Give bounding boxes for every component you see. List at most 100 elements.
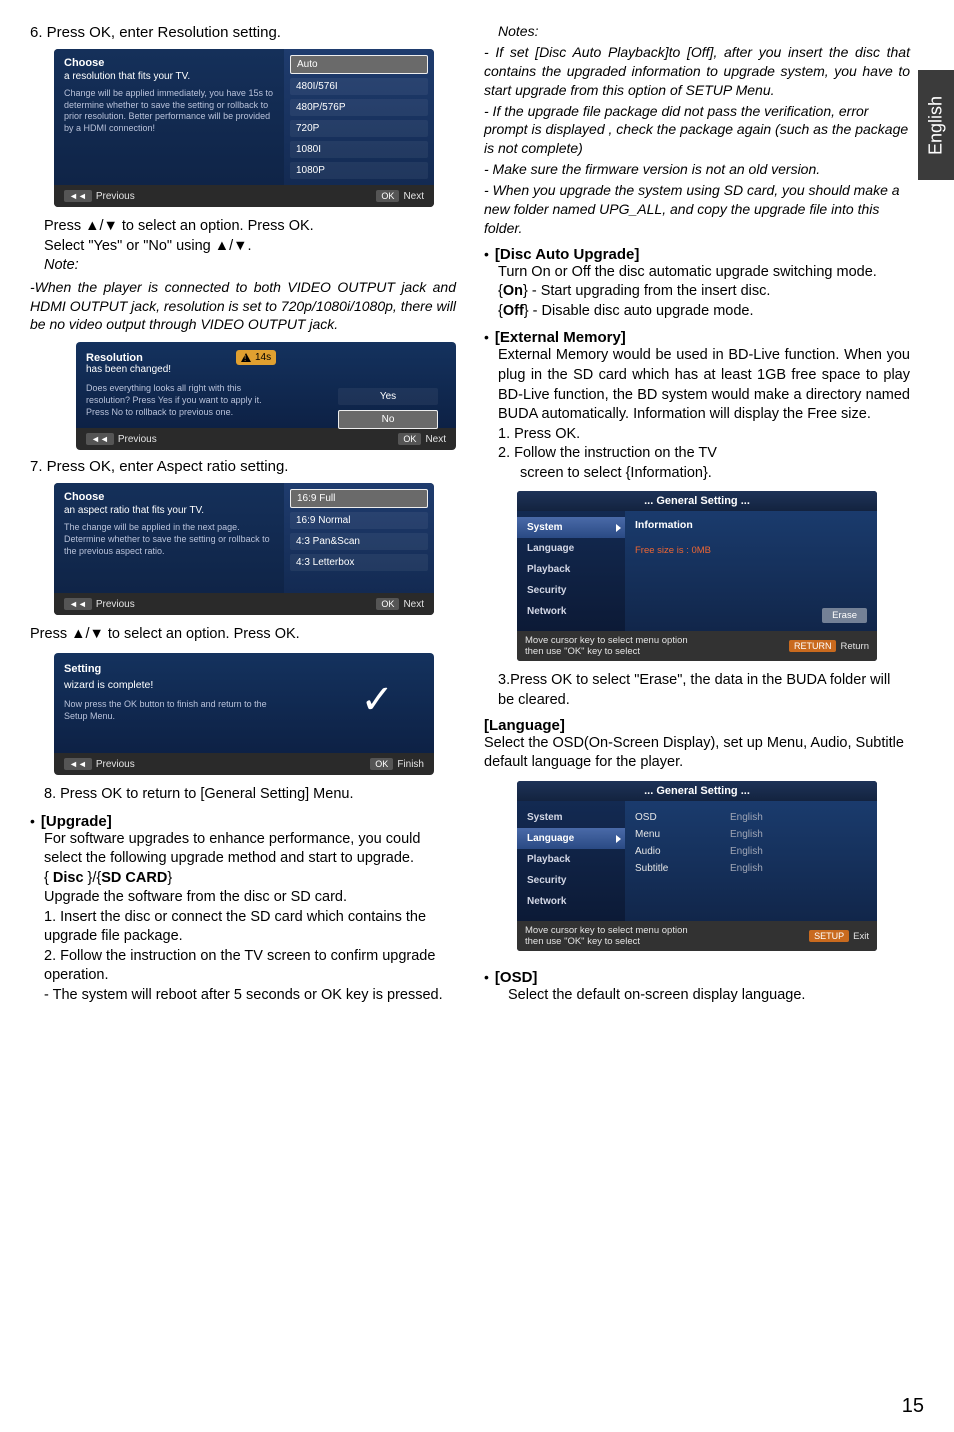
timer-value: 14s bbox=[255, 352, 271, 363]
upgrade-source: { Disc }/{SD CARD} bbox=[44, 869, 456, 889]
language-body: Select the OSD(On-Screen Display), set u… bbox=[484, 734, 910, 773]
next-label[interactable]: Next bbox=[425, 434, 446, 445]
language-tab: English bbox=[918, 70, 954, 180]
setup-pill: SETUP bbox=[809, 930, 849, 942]
upgrade-body: For software upgrades to enhance perform… bbox=[44, 830, 456, 869]
next-label[interactable]: Next bbox=[403, 191, 424, 202]
menu-row[interactable]: AudioEnglish bbox=[635, 843, 867, 860]
prev-label[interactable]: Previous bbox=[118, 434, 157, 445]
side-item[interactable]: Network bbox=[517, 601, 625, 622]
step-7: 7. Press OK, enter Aspect ratio setting. bbox=[30, 458, 456, 475]
disc-auto-off: {Off} - Disable disc auto upgrade mode. bbox=[498, 302, 910, 322]
mock2-sub: an aspect ratio that fits your TV. bbox=[64, 505, 274, 516]
side-item[interactable]: Network bbox=[517, 891, 625, 912]
ext-step-1: 1. Press OK. bbox=[498, 425, 910, 445]
return-label[interactable]: Return bbox=[840, 641, 869, 652]
erase-button[interactable]: Erase bbox=[822, 608, 867, 623]
bullet-icon: • bbox=[30, 813, 35, 830]
mock1-opt[interactable]: 1080I bbox=[290, 141, 428, 158]
check-title: Setting bbox=[64, 663, 424, 675]
exit-label[interactable]: Exit bbox=[853, 931, 869, 942]
free-size: Free size is : 0MB bbox=[635, 545, 867, 556]
side-item[interactable]: Playback bbox=[517, 559, 625, 580]
mock2-title: Choose bbox=[64, 491, 274, 503]
note-4: - When you upgrade the system using SD c… bbox=[484, 181, 910, 238]
after-menu-1: 3.Press OK to select "Erase", the data i… bbox=[498, 671, 910, 710]
upgrade-head: [Upgrade] bbox=[41, 813, 112, 830]
check-desc: Now press the OK button to finish and re… bbox=[64, 699, 284, 722]
gs-header: ... General Setting ... bbox=[517, 781, 877, 801]
prev-label[interactable]: Previous bbox=[96, 599, 135, 610]
note-body: -When the player is connected to both VI… bbox=[30, 278, 456, 335]
ext-mem-body: External Memory would be used in BD-Live… bbox=[498, 346, 910, 424]
hint-line2: then use "OK" key to select bbox=[525, 936, 640, 947]
disc-auto-head: [Disc Auto Upgrade] bbox=[495, 246, 639, 263]
bullet-icon: • bbox=[484, 246, 489, 263]
mock1-desc: Change will be applied immediately, you … bbox=[64, 88, 274, 135]
prev-label[interactable]: Previous bbox=[96, 759, 135, 770]
hint-line2: then use "OK" key to select bbox=[525, 646, 640, 657]
side-item[interactable]: Language bbox=[517, 538, 625, 559]
mock2-opt[interactable]: 16:9 Normal bbox=[290, 512, 428, 529]
right-column: Notes: - If set [Disc Auto Playback]to [… bbox=[484, 20, 924, 1006]
note-3: - Make sure the firmware version is not … bbox=[484, 160, 910, 179]
disc-auto-on: {On} - Start upgrading from the insert d… bbox=[498, 282, 910, 302]
info-title: Information bbox=[635, 519, 867, 531]
timer-desc: Does everything looks all right with thi… bbox=[86, 383, 286, 418]
mock1-opt[interactable]: 480I/576I bbox=[290, 78, 428, 95]
instruction: Select "Yes" or "No" using ▲/▼. bbox=[44, 237, 456, 257]
notes-label: Notes: bbox=[498, 22, 910, 41]
menu-row[interactable]: MenuEnglish bbox=[635, 826, 867, 843]
side-item[interactable]: System bbox=[517, 807, 625, 828]
note-label: Note: bbox=[44, 256, 456, 276]
side-item[interactable]: System bbox=[517, 517, 625, 538]
warning-icon bbox=[241, 353, 251, 362]
menu-row[interactable]: OSDEnglish bbox=[635, 809, 867, 826]
mock1-opt[interactable]: 1080P bbox=[290, 162, 428, 179]
ext-step-2: 2. Follow the instruction on the TV bbox=[498, 444, 910, 464]
prev-icon: ◄◄ bbox=[64, 190, 92, 202]
side-item[interactable]: Playback bbox=[517, 849, 625, 870]
wizard-complete-mock: Setting wizard is complete! Now press th… bbox=[54, 653, 434, 775]
side-item[interactable]: Security bbox=[517, 870, 625, 891]
note-2: - If the upgrade file package did not pa… bbox=[484, 102, 910, 159]
disc-auto-body: Turn On or Off the disc automatic upgrad… bbox=[498, 263, 910, 283]
side-item[interactable]: Language bbox=[517, 828, 625, 849]
mock2-opt[interactable]: 16:9 Full bbox=[290, 489, 428, 508]
mock1-opt[interactable]: 480P/576P bbox=[290, 99, 428, 116]
osd-body: Select the default on-screen display lan… bbox=[508, 986, 910, 1006]
upgrade-step-1: 1. Insert the disc or connect the SD car… bbox=[44, 908, 456, 947]
resolution-mock: Choose a resolution that fits your TV. C… bbox=[54, 49, 434, 207]
note-1: - If set [Disc Auto Playback]to [Off], a… bbox=[484, 43, 910, 100]
prev-icon: ◄◄ bbox=[86, 433, 114, 445]
left-column: 6. Press OK, enter Resolution setting. C… bbox=[30, 20, 456, 1006]
page-number: 15 bbox=[902, 1395, 924, 1418]
mock2-opt[interactable]: 4:3 Pan&Scan bbox=[290, 533, 428, 550]
next-label[interactable]: Next bbox=[403, 599, 424, 610]
general-setting-menu-language: ... General Setting ... System Language … bbox=[517, 781, 877, 951]
step-6: 6. Press OK, enter Resolution setting. bbox=[30, 24, 456, 41]
yes-option[interactable]: Yes bbox=[338, 388, 438, 405]
mock1-sub: a resolution that fits your TV. bbox=[64, 71, 274, 82]
instruction: Press ▲/▼ to select an option. Press OK. bbox=[30, 625, 456, 645]
mock1-opt[interactable]: 720P bbox=[290, 120, 428, 137]
osd-head: [OSD] bbox=[495, 969, 538, 986]
prev-label[interactable]: Previous bbox=[96, 191, 135, 202]
finish-label[interactable]: Finish bbox=[397, 759, 424, 770]
bullet-icon: • bbox=[484, 969, 489, 986]
ext-mem-head: [External Memory] bbox=[495, 329, 626, 346]
no-option[interactable]: No bbox=[338, 410, 438, 429]
upgrade-step-3: - The system will reboot after 5 seconds… bbox=[44, 986, 456, 1006]
side-item[interactable]: Security bbox=[517, 580, 625, 601]
prev-icon: ◄◄ bbox=[64, 598, 92, 610]
hint-line1: Move cursor key to select menu option bbox=[525, 925, 688, 936]
step-8: 8. Press OK to return to [General Settin… bbox=[44, 785, 456, 805]
aspect-ratio-mock: Choose an aspect ratio that fits your TV… bbox=[54, 483, 434, 615]
mock1-opt[interactable]: Auto bbox=[290, 55, 428, 74]
mock2-opt[interactable]: 4:3 Letterbox bbox=[290, 554, 428, 571]
mock1-title: Choose bbox=[64, 57, 274, 69]
instruction: Press ▲/▼ to select an option. Press OK. bbox=[44, 217, 456, 237]
ok-icon: OK bbox=[376, 598, 399, 610]
ok-icon: OK bbox=[376, 190, 399, 202]
menu-row[interactable]: SubtitleEnglish bbox=[635, 860, 867, 877]
